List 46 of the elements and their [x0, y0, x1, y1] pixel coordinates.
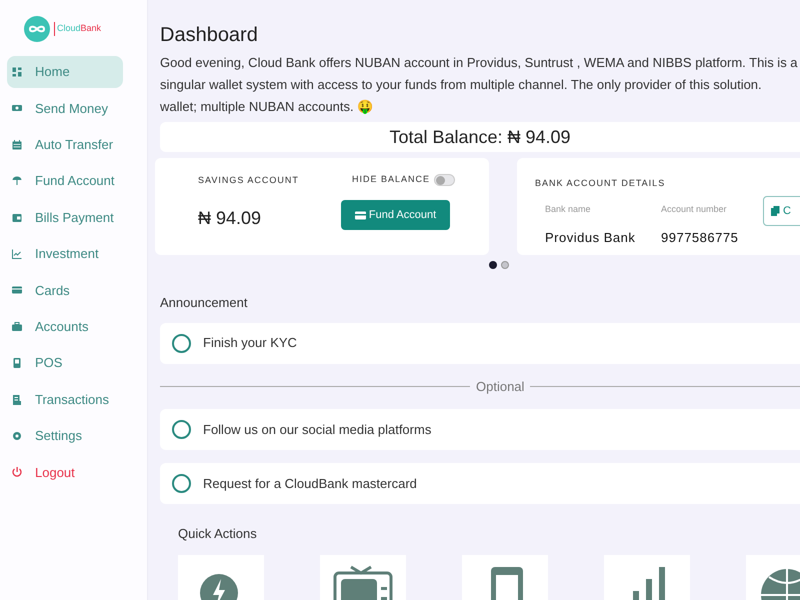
column-label: Bank name: [545, 203, 591, 216]
terminal-icon: [11, 357, 23, 370]
card-icon: [11, 284, 23, 296]
hide-balance-toggle[interactable]: [434, 174, 456, 186]
wallet-icon: [11, 212, 23, 224]
card-label: SAVINGS ACCOUNT: [198, 174, 299, 187]
page-title: Dashboard: [160, 23, 259, 48]
sidebar-item[interactable]: Bills Payment: [7, 202, 123, 234]
intro-paragraph: Good evening, Cloud Bank offers NUBAN account in Providus, Suntrust , WEMA and NIBBS platform. This is a singular wallet system with access to your funds from multiple channel. The only provider of this solution. wallet; multiple NUBAN accounts. 🤑: [160, 54, 799, 116]
sidebar-item[interactable]: Auto Transfer: [7, 128, 123, 161]
sidebar-item[interactable]: Home: [7, 56, 123, 88]
sidebar-item[interactable]: Cards: [7, 274, 123, 306]
calendar-icon: [11, 138, 23, 151]
column-label: Account number: [661, 203, 727, 216]
sidebar-item[interactable]: Send Money: [7, 92, 123, 124]
copy-icon: [771, 206, 780, 216]
grid-icon: [11, 66, 23, 78]
sidebar-item[interactable]: POS: [7, 347, 123, 380]
task-item[interactable]: Request for a CloudBank mastercard: [160, 463, 800, 504]
logo-text: CloudBank: [54, 22, 102, 36]
sidebar-item[interactable]: Logout: [7, 456, 123, 488]
fund-account-button[interactable]: Fund Account: [341, 200, 450, 230]
briefcase-icon: [11, 320, 23, 333]
sidebar-item[interactable]: Settings: [7, 420, 123, 452]
account-value: Providus Bank: [545, 229, 636, 247]
sidebar-item[interactable]: Investment: [7, 238, 123, 270]
account-value: 9977586775: [661, 229, 738, 247]
power-icon: [11, 466, 23, 478]
receipt-icon: [11, 394, 23, 406]
sidebar-item[interactable]: Accounts: [7, 310, 123, 343]
logo-icon: [24, 16, 50, 42]
line-chart-icon: [11, 248, 23, 260]
balance-amount: ₦ 94.09: [198, 207, 262, 230]
section-title: Announcement: [160, 294, 248, 312]
sidebar-item[interactable]: Transactions: [7, 384, 123, 416]
section-title: Quick Actions: [178, 525, 258, 543]
card-title: BANK ACCOUNT DETAILS: [535, 177, 666, 190]
total-balance: Total Balance: ₦ 94.09: [160, 122, 800, 152]
copy-button[interactable]: C: [763, 196, 800, 226]
divider-label: Optional: [476, 378, 524, 396]
umbrella-icon: [11, 175, 23, 188]
sidebar-item[interactable]: Fund Account: [7, 165, 123, 198]
task-item[interactable]: Finish your KYC: [160, 322, 800, 364]
toggle-label: HIDE BALANCE: [352, 173, 430, 186]
card-icon: [354, 210, 366, 220]
task-item[interactable]: Follow us on our social media platforms: [160, 409, 800, 450]
